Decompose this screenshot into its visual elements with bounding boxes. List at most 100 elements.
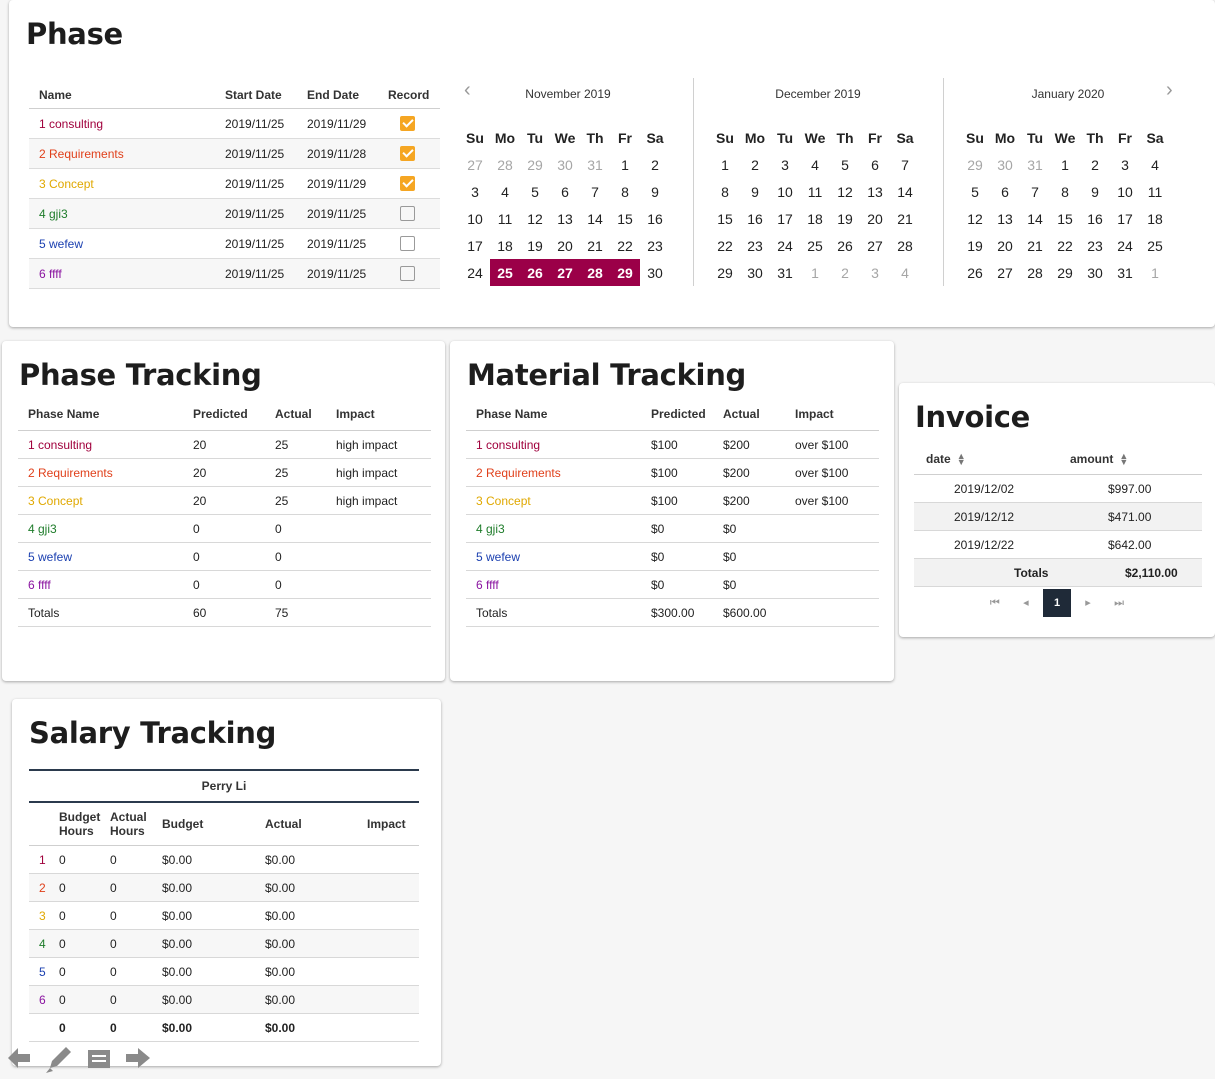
calendar-day[interactable]: 1: [1140, 259, 1170, 286]
calendar-day[interactable]: 30: [550, 151, 580, 178]
calendar-day[interactable]: 1: [610, 151, 640, 178]
calendar-day[interactable]: 5: [960, 178, 990, 205]
calendar-day[interactable]: 29: [610, 259, 640, 286]
calendar-day[interactable]: 3: [860, 259, 890, 286]
calendar-day[interactable]: 9: [740, 178, 770, 205]
calendar-day[interactable]: 31: [1110, 259, 1140, 286]
calendar-day[interactable]: 14: [580, 205, 610, 232]
calendar-day[interactable]: 27: [550, 259, 580, 286]
calendar-day[interactable]: 21: [890, 205, 920, 232]
pencil-icon[interactable]: [44, 1044, 74, 1079]
calendar-day[interactable]: 6: [550, 178, 580, 205]
calendar-day[interactable]: 25: [490, 259, 520, 286]
calendar-day[interactable]: 15: [610, 205, 640, 232]
calendar-day[interactable]: 5: [830, 151, 860, 178]
calendar-day[interactable]: 24: [460, 259, 490, 286]
record-checkbox[interactable]: [400, 266, 415, 282]
calendar-day[interactable]: 1: [710, 151, 740, 178]
calendar-day[interactable]: 8: [710, 178, 740, 205]
calendar-day[interactable]: 12: [830, 178, 860, 205]
calendar-day[interactable]: 13: [550, 205, 580, 232]
calendar-day[interactable]: 17: [1110, 205, 1140, 232]
calendar-day[interactable]: 7: [890, 151, 920, 178]
notes-icon[interactable]: [86, 1044, 112, 1077]
calendar-day[interactable]: 19: [960, 232, 990, 259]
calendar-day[interactable]: 22: [1050, 232, 1080, 259]
arrow-right-icon[interactable]: [124, 1044, 152, 1077]
calendar-day[interactable]: 11: [490, 205, 520, 232]
record-checkbox[interactable]: [400, 146, 415, 162]
calendar-day[interactable]: 17: [460, 232, 490, 259]
calendar-day[interactable]: 31: [770, 259, 800, 286]
calendar-day[interactable]: 6: [860, 151, 890, 178]
calendar-day[interactable]: 27: [990, 259, 1020, 286]
calendar-day[interactable]: 23: [740, 232, 770, 259]
calendar-day[interactable]: 8: [610, 178, 640, 205]
calendar-day[interactable]: 3: [1110, 151, 1140, 178]
calendar-day[interactable]: 31: [580, 151, 610, 178]
calendar-day[interactable]: 30: [1080, 259, 1110, 286]
calendar-day[interactable]: 20: [550, 232, 580, 259]
calendar-day[interactable]: 2: [830, 259, 860, 286]
column-header-date[interactable]: date ▲ ▼: [914, 443, 1058, 475]
calendar-day[interactable]: 22: [610, 232, 640, 259]
record-checkbox[interactable]: [400, 206, 415, 222]
calendar-day[interactable]: 18: [800, 205, 830, 232]
column-header-amount[interactable]: amount ▲ ▼: [1058, 443, 1202, 475]
calendar-day[interactable]: 14: [890, 178, 920, 205]
calendar-day[interactable]: 9: [640, 178, 670, 205]
calendar-day[interactable]: 10: [1110, 178, 1140, 205]
calendar-day[interactable]: 1: [800, 259, 830, 286]
calendar-day[interactable]: 16: [640, 205, 670, 232]
calendar-day[interactable]: 19: [830, 205, 860, 232]
calendar-day[interactable]: 30: [990, 151, 1020, 178]
calendar-day[interactable]: 17: [770, 205, 800, 232]
calendar-day[interactable]: 3: [460, 178, 490, 205]
calendar-day[interactable]: 10: [460, 205, 490, 232]
calendar-day[interactable]: 23: [1080, 232, 1110, 259]
calendar-day[interactable]: 13: [990, 205, 1020, 232]
calendar-day[interactable]: 21: [1020, 232, 1050, 259]
calendar-day[interactable]: 30: [640, 259, 670, 286]
calendar-day[interactable]: 29: [1050, 259, 1080, 286]
calendar-day[interactable]: 27: [860, 232, 890, 259]
calendar-day[interactable]: 27: [460, 151, 490, 178]
calendar-day[interactable]: 25: [800, 232, 830, 259]
calendar-day[interactable]: 19: [520, 232, 550, 259]
calendar-day[interactable]: 11: [800, 178, 830, 205]
calendar-day[interactable]: 4: [490, 178, 520, 205]
calendar-day[interactable]: 18: [490, 232, 520, 259]
calendar-day[interactable]: 25: [1140, 232, 1170, 259]
calendar-day[interactable]: 28: [490, 151, 520, 178]
calendar-day[interactable]: 18: [1140, 205, 1170, 232]
calendar-day[interactable]: 30: [740, 259, 770, 286]
sort-icon[interactable]: ▲ ▼: [1119, 452, 1128, 467]
calendar-day[interactable]: 2: [740, 151, 770, 178]
calendar-day[interactable]: 14: [1020, 205, 1050, 232]
calendar-day[interactable]: 28: [1020, 259, 1050, 286]
calendar-day[interactable]: 23: [640, 232, 670, 259]
calendar-day[interactable]: 29: [710, 259, 740, 286]
calendar-day[interactable]: 4: [890, 259, 920, 286]
calendar-day[interactable]: 10: [770, 178, 800, 205]
arrow-left-icon[interactable]: [6, 1044, 32, 1077]
calendar-day[interactable]: 20: [990, 232, 1020, 259]
calendar-day[interactable]: 4: [1140, 151, 1170, 178]
calendar-day[interactable]: 16: [740, 205, 770, 232]
calendar-day[interactable]: 20: [860, 205, 890, 232]
calendar-day[interactable]: 11: [1140, 178, 1170, 205]
calendar-day[interactable]: 1: [1050, 151, 1080, 178]
calendar-day[interactable]: 12: [520, 205, 550, 232]
calendar-day[interactable]: 22: [710, 232, 740, 259]
calendar-day[interactable]: 21: [580, 232, 610, 259]
calendar-day[interactable]: 2: [640, 151, 670, 178]
calendar-day[interactable]: 8: [1050, 178, 1080, 205]
calendar-day[interactable]: 12: [960, 205, 990, 232]
calendar-day[interactable]: 29: [960, 151, 990, 178]
last-page-icon[interactable]: ⏭: [1105, 589, 1133, 617]
next-page-icon[interactable]: ▸: [1074, 589, 1102, 617]
calendar-day[interactable]: 29: [520, 151, 550, 178]
calendar-day[interactable]: 26: [520, 259, 550, 286]
calendar-day[interactable]: 7: [580, 178, 610, 205]
sort-icon[interactable]: ▲ ▼: [957, 452, 966, 467]
